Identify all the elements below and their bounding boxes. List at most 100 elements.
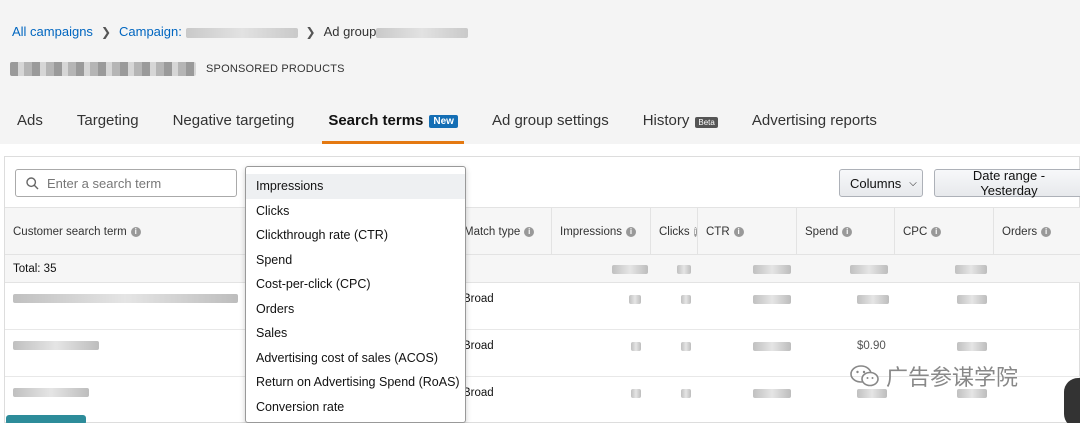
search-input[interactable]: [47, 175, 217, 191]
tab-label: Ads: [17, 112, 43, 129]
redacted-value: [857, 295, 889, 304]
redacted-value: [955, 265, 987, 274]
tab-label: History: [642, 112, 690, 129]
total-label: Total: 35: [13, 263, 57, 275]
info-icon[interactable]: i: [931, 227, 942, 237]
redacted-value: [681, 295, 691, 304]
filter-chip[interactable]: [6, 415, 86, 423]
tab-label: Search terms: [328, 112, 424, 129]
redacted-text: [376, 27, 469, 38]
info-icon[interactable]: i: [130, 227, 141, 237]
menu-item-cpc[interactable]: Cost-per-click (CPC): [246, 272, 465, 297]
redacted-value: [681, 342, 691, 351]
header-label: Clicks: [659, 226, 690, 238]
info-icon[interactable]: i: [524, 227, 535, 237]
menu-item-acos[interactable]: Advertising cost of sales (ACOS): [246, 346, 465, 371]
columns-label: Columns: [850, 175, 902, 191]
breadcrumb-all-campaigns[interactable]: All campaigns: [12, 24, 93, 39]
column-header-clicks[interactable]: Clicks i: [650, 208, 697, 256]
header-label: CTR: [706, 226, 730, 238]
tab-label: Targeting: [76, 112, 139, 129]
header-label: Spend: [805, 226, 839, 238]
header-label: Customer search term: [13, 226, 127, 238]
redacted-value: [677, 265, 691, 274]
column-header-impressions[interactable]: Impressions i: [551, 208, 650, 256]
date-range-button[interactable]: Date range - Yesterday: [934, 168, 1080, 198]
breadcrumb-ad-group: Ad group: [324, 24, 469, 39]
redacted-search-term: [13, 294, 238, 303]
watermark-text: 广告参谋学院: [886, 365, 1019, 390]
redacted-value: [631, 389, 641, 398]
tab-label: Advertising reports: [751, 112, 877, 129]
redacted-value: [629, 295, 641, 304]
beta-badge: Beta: [695, 117, 718, 128]
campaign-title-row: SPONSORED PRODUCTS: [10, 62, 345, 76]
info-icon[interactable]: i: [626, 227, 636, 237]
column-header-spend[interactable]: Spend i: [796, 208, 894, 256]
column-header-match-type[interactable]: Match type i: [455, 208, 551, 256]
redacted-search-term: [13, 388, 89, 397]
menu-item-orders[interactable]: Orders: [246, 297, 465, 322]
menu-item-spend[interactable]: Spend: [246, 248, 465, 273]
redacted-value: [957, 295, 987, 304]
header-label: Orders: [1002, 226, 1038, 238]
redacted-value: [753, 389, 791, 398]
match-type-cell: Broad: [463, 340, 494, 352]
redacted-value: [753, 295, 791, 304]
info-icon[interactable]: i: [733, 227, 744, 237]
chevron-down-icon: ⌵: [909, 177, 917, 189]
menu-item-sales[interactable]: Sales: [246, 321, 465, 346]
column-header-ctr[interactable]: CTR i: [697, 208, 796, 256]
metric-dropdown-menu: Impressions Clicks Clickthrough rate (CT…: [245, 166, 466, 423]
menu-item-roas[interactable]: Return on Advertising Spend (RoAS): [246, 370, 465, 395]
table-header: Customer search term i Match type i Impres…: [5, 207, 1080, 256]
header-label: Match type: [464, 226, 521, 238]
menu-item-ctr[interactable]: Clickthrough rate (CTR): [246, 223, 465, 248]
breadcrumb: All campaigns ❯ Campaign: ❯ Ad group: [12, 24, 469, 39]
table-row[interactable]: Broad: [5, 283, 1080, 330]
menu-item-clicks[interactable]: Clicks: [246, 199, 465, 224]
wechat-icon: [850, 365, 879, 387]
column-header-cpc[interactable]: CPC i: [894, 208, 993, 256]
column-header-orders[interactable]: Orders i: [993, 208, 1080, 256]
search-box[interactable]: [15, 169, 237, 197]
redacted-text: [185, 27, 298, 38]
redacted-value: [850, 265, 888, 274]
redacted-value: [753, 342, 791, 351]
menu-item-impressions[interactable]: Impressions: [246, 174, 465, 199]
match-type-cell: Broad: [463, 293, 494, 305]
overlay-widget: [1064, 378, 1080, 423]
breadcrumb-campaign-label: Campaign:: [119, 24, 182, 39]
total-row: Total: 35: [5, 255, 1080, 283]
tab-bar: Ads Targeting Negative targeting Search …: [0, 100, 894, 144]
tab-label: Ad group settings: [491, 112, 609, 129]
tab-search-terms[interactable]: Search terms New: [311, 100, 475, 144]
tab-history[interactable]: History Beta: [626, 100, 735, 144]
tab-ads[interactable]: Ads: [0, 100, 60, 144]
match-type-cell: Broad: [463, 387, 494, 399]
new-badge: New: [429, 115, 458, 128]
tab-negative-targeting[interactable]: Negative targeting: [156, 100, 312, 144]
campaign-type-label: SPONSORED PRODUCTS: [206, 63, 345, 75]
redacted-value: [753, 265, 791, 274]
redacted-value: [631, 342, 641, 351]
breadcrumb-ad-group-label: Ad group: [323, 24, 377, 39]
search-icon: [26, 176, 39, 189]
breadcrumb-campaign[interactable]: Campaign:: [119, 24, 298, 39]
header-label: CPC: [903, 226, 928, 238]
redacted-value: [957, 342, 987, 351]
page-header: All campaigns ❯ Campaign: ❯ Ad group SPO…: [0, 0, 1080, 144]
header-label: Impressions: [560, 226, 622, 238]
watermark: 广告参谋学院: [850, 360, 1018, 392]
menu-item-conversion-rate[interactable]: Conversion rate: [246, 395, 465, 420]
info-icon[interactable]: i: [842, 227, 853, 237]
columns-button[interactable]: Columns ⌵: [839, 169, 923, 197]
tab-targeting[interactable]: Targeting: [60, 100, 156, 144]
tab-ad-group-settings[interactable]: Ad group settings: [475, 100, 626, 144]
chevron-right-icon: ❯: [305, 24, 316, 39]
info-icon[interactable]: i: [1041, 227, 1052, 237]
date-range-label: Date range - Yesterday: [972, 168, 1046, 198]
redacted-value: [612, 265, 648, 274]
redacted-value: [681, 389, 691, 398]
tab-advertising-reports[interactable]: Advertising reports: [735, 100, 894, 144]
